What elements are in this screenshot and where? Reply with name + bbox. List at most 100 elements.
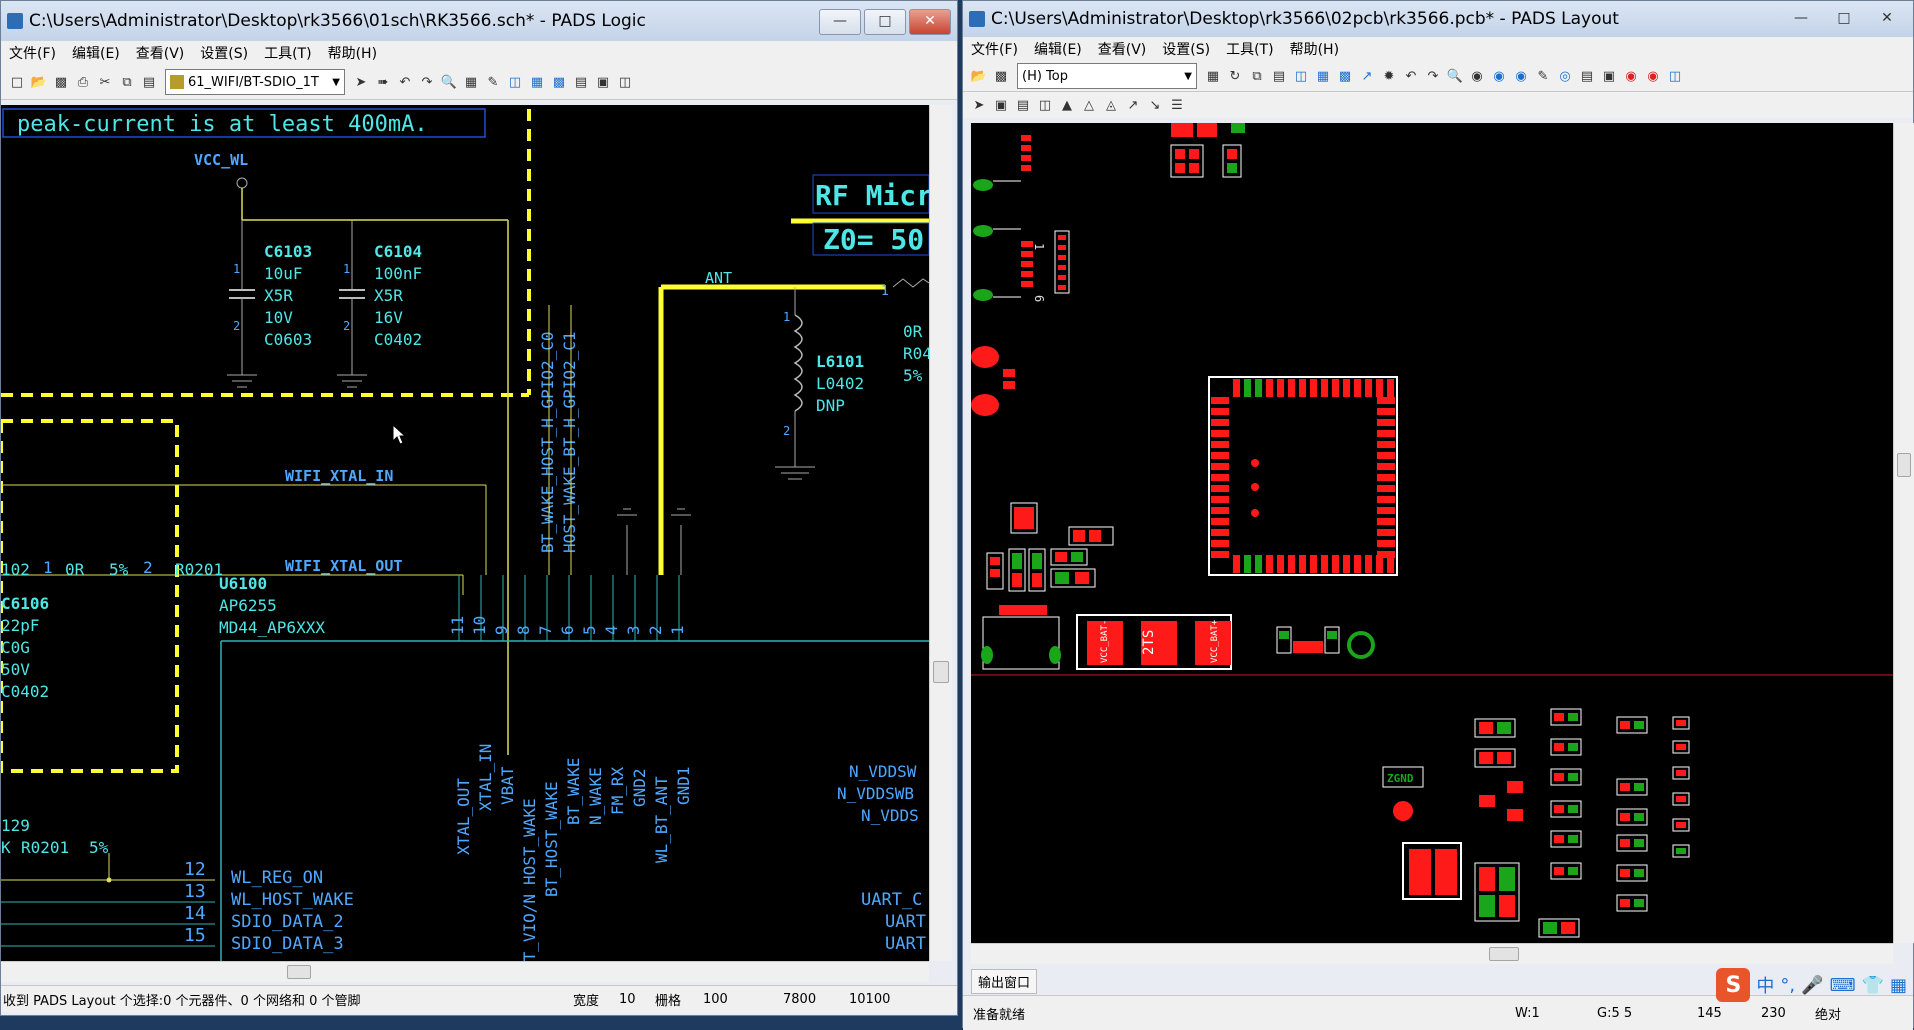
save-icon[interactable]: ▩ xyxy=(991,66,1011,86)
target-icon[interactable]: ◎ xyxy=(1555,66,1575,86)
route-add-icon[interactable]: ◫ xyxy=(1035,95,1055,115)
pin-label: 6 xyxy=(1032,295,1046,302)
verify-icon[interactable]: ◉ xyxy=(1467,66,1487,86)
schematic-canvas[interactable]: peak-current is at least 400mA. VCC_WL 1… xyxy=(1,105,929,961)
layout-titlebar[interactable]: C:\Users\Administrator\Desktop\rk3566\02… xyxy=(963,1,1913,37)
pad-icon[interactable]: ▲ xyxy=(1057,95,1077,115)
scroll-thumb[interactable] xyxy=(1489,947,1519,961)
board-icon[interactable]: ▦ xyxy=(461,72,481,92)
pin-name: SDIO_DATA_3 xyxy=(231,934,344,954)
scroll-thumb[interactable] xyxy=(287,965,311,979)
report-icon[interactable]: ▣ xyxy=(1599,66,1619,86)
redo-icon[interactable]: ↷ xyxy=(417,72,437,92)
properties-icon[interactable]: ▤ xyxy=(1577,66,1597,86)
print-icon[interactable]: ⎙ xyxy=(73,72,93,92)
maximize-button[interactable]: □ xyxy=(864,9,906,35)
pour-icon[interactable]: ◉ xyxy=(1489,66,1509,86)
split-icon[interactable]: ↘ xyxy=(1145,95,1165,115)
window-icon[interactable]: ◫ xyxy=(615,72,635,92)
layout-link-icon[interactable]: ◫ xyxy=(505,72,525,92)
zoom-icon[interactable]: 🔍 xyxy=(439,72,459,92)
open-folder-icon[interactable]: 📂 xyxy=(29,72,49,92)
menu-file[interactable]: 文件(F) xyxy=(963,39,1026,59)
ime-toolbar[interactable]: S 中 °, 🎤 ⌨ 👕 ▦ xyxy=(1710,965,1913,1005)
new-file-icon[interactable]: □ xyxy=(7,72,27,92)
pcb-canvas[interactable]: 1 6 VCC_BAT- 2TS VCC_BAT+ ZGND xyxy=(971,123,1893,943)
eco-icon[interactable]: ✹ xyxy=(1379,66,1399,86)
menu-setup[interactable]: 设置(S) xyxy=(192,43,256,63)
layer-icon[interactable]: ▦ xyxy=(1203,66,1223,86)
cut-icon[interactable]: ✂ xyxy=(95,72,115,92)
layout-horizontal-scrollbar[interactable] xyxy=(971,943,1893,964)
select-mode-icon[interactable]: ➤ xyxy=(351,72,371,92)
qfn-pad xyxy=(1211,551,1229,558)
router-link-icon[interactable]: ▦ xyxy=(527,72,547,92)
drafting-icon[interactable]: ◫ xyxy=(1291,66,1311,86)
cam-icon[interactable]: ◉ xyxy=(1511,66,1531,86)
properties-icon[interactable]: ▤ xyxy=(571,72,591,92)
scroll-thumb[interactable] xyxy=(933,661,949,683)
undo-icon[interactable]: ↶ xyxy=(1401,66,1421,86)
router-link-icon[interactable]: ◫ xyxy=(1665,66,1685,86)
close-button[interactable]: ✕ xyxy=(1867,7,1907,31)
logic-vertical-scrollbar[interactable] xyxy=(929,105,952,961)
brush-icon[interactable]: ✎ xyxy=(1533,66,1553,86)
menu-edit[interactable]: 编辑(E) xyxy=(1026,39,1090,59)
via-icon[interactable]: △ xyxy=(1079,95,1099,115)
stretch-icon[interactable]: ◬ xyxy=(1101,95,1121,115)
menu-setup[interactable]: 设置(S) xyxy=(1154,39,1218,59)
redo-icon[interactable]: ↷ xyxy=(1423,66,1443,86)
miter-icon[interactable]: ↗ xyxy=(1123,95,1143,115)
report-icon[interactable]: ▣ xyxy=(593,72,613,92)
design-icon[interactable]: ▦ xyxy=(1313,66,1333,86)
route-icon[interactable]: ▩ xyxy=(1335,66,1355,86)
zoom-icon[interactable]: 🔍 xyxy=(1445,66,1465,86)
component-icon[interactable]: ▤ xyxy=(1013,95,1033,115)
list-icon[interactable]: ☰ xyxy=(1167,95,1187,115)
minimize-button[interactable]: — xyxy=(819,9,861,35)
keyboard-icon[interactable]: ⌨ xyxy=(1830,975,1856,996)
eco-icon[interactable]: ▩ xyxy=(549,72,569,92)
menu-tools[interactable]: 工具(T) xyxy=(256,43,319,63)
find-red-icon[interactable]: ◉ xyxy=(1621,66,1641,86)
save-icon[interactable]: ▩ xyxy=(51,72,71,92)
close-button[interactable]: ✕ xyxy=(909,9,951,35)
find-red-2-icon[interactable]: ◉ xyxy=(1643,66,1663,86)
maximize-button[interactable]: □ xyxy=(1824,7,1864,31)
sheet-select[interactable]: 61_WIFI/BT-SDIO_1T ▼ xyxy=(165,69,345,95)
undo-icon[interactable]: ↶ xyxy=(395,72,415,92)
move-icon[interactable]: ▣ xyxy=(991,95,1011,115)
refresh-icon[interactable]: ↻ xyxy=(1225,66,1245,86)
menu-tools[interactable]: 工具(T) xyxy=(1218,39,1281,59)
output-window-tab[interactable]: 输出窗口 xyxy=(971,969,1038,994)
select-filter-icon[interactable]: ➠ xyxy=(373,72,393,92)
logic-titlebar[interactable]: C:\Users\Administrator\Desktop\rk3566\01… xyxy=(1,1,957,41)
design-icon[interactable]: ✎ xyxy=(483,72,503,92)
minimize-button[interactable]: — xyxy=(1781,7,1821,31)
skin-icon[interactable]: 👕 xyxy=(1862,975,1884,996)
scroll-thumb[interactable] xyxy=(1897,453,1911,477)
menu-file[interactable]: 文件(F) xyxy=(1,43,64,63)
pin-number: 15 xyxy=(184,925,206,946)
ime-punctuation[interactable]: °, xyxy=(1780,975,1795,996)
menu-view[interactable]: 查看(V) xyxy=(128,43,193,63)
layer-select[interactable]: (H) Top ▼ xyxy=(1017,63,1197,89)
paste-icon[interactable]: ▤ xyxy=(139,72,159,92)
menu-edit[interactable]: 编辑(E) xyxy=(64,43,128,63)
select-mode-icon[interactable]: ➤ xyxy=(969,95,989,115)
menu-help[interactable]: 帮助(H) xyxy=(320,43,385,63)
ime-language[interactable]: 中 xyxy=(1756,972,1774,998)
layout-vertical-scrollbar[interactable] xyxy=(1893,123,1914,943)
sheet-icon xyxy=(170,75,184,89)
menu-help[interactable]: 帮助(H) xyxy=(1282,39,1347,59)
smd-pad xyxy=(1003,381,1015,389)
dimension-icon[interactable]: ↗ xyxy=(1357,66,1377,86)
microphone-icon[interactable]: 🎤 xyxy=(1801,975,1823,996)
copy-icon[interactable]: ⧉ xyxy=(117,72,137,92)
open-folder-icon[interactable]: 📂 xyxy=(969,66,989,86)
logic-horizontal-scrollbar[interactable] xyxy=(1,961,929,982)
menu-view[interactable]: 查看(V) xyxy=(1090,39,1155,59)
copy-icon[interactable]: ⧉ xyxy=(1247,66,1267,86)
paste-icon[interactable]: ▤ xyxy=(1269,66,1289,86)
apps-grid-icon[interactable]: ▦ xyxy=(1890,975,1907,996)
